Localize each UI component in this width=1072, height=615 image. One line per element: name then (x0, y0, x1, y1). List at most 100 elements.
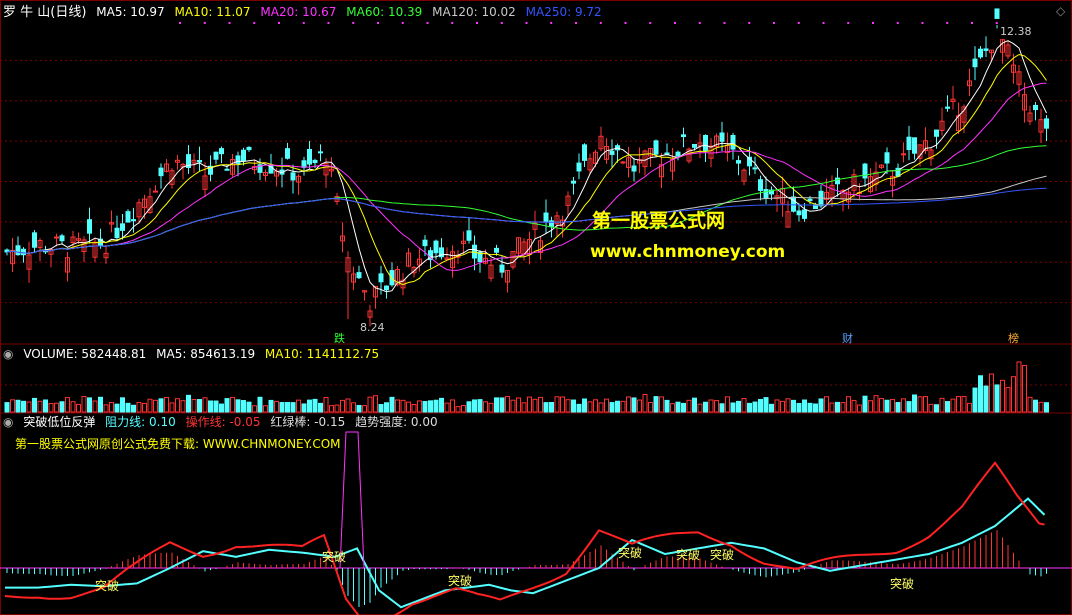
volume-bar (356, 404, 362, 413)
volume-bar (32, 397, 37, 413)
volume-bar (37, 400, 43, 413)
breakout-signal: 突破 (676, 547, 700, 562)
candle-body (87, 219, 92, 234)
volume-bar (961, 395, 967, 413)
signal-dot (624, 22, 627, 24)
candle-body (15, 245, 21, 256)
signal-dot (228, 22, 231, 24)
volume-bar (505, 395, 510, 413)
collapse-icon[interactable]: ◉ (3, 347, 13, 361)
volume-bar (147, 398, 153, 413)
candle-body (197, 160, 202, 163)
volume-bar (736, 400, 741, 413)
volume-bar (862, 395, 868, 413)
ma120-line (6, 175, 1047, 254)
volume-bar (10, 399, 15, 413)
volume-bar (268, 399, 274, 413)
volume-bar (659, 396, 664, 413)
collapse-icon[interactable]: ◉ (3, 415, 13, 429)
volume-bar (868, 400, 873, 413)
volume-bar (131, 404, 136, 413)
volume-bar (153, 399, 158, 413)
volume-bar (813, 403, 818, 413)
candle-body (235, 155, 241, 164)
volume-bar (785, 398, 791, 413)
indicator-name[interactable]: 突破低位反弹 (23, 415, 95, 429)
volume-bar (818, 398, 824, 413)
low-price-label: 8.24 (360, 321, 385, 334)
candle-body (219, 148, 224, 155)
candle-body (978, 48, 983, 58)
volume-bar (670, 403, 675, 413)
high-price-label: 12.38 (1000, 25, 1032, 38)
candle-body (609, 150, 615, 155)
candle-body (1044, 118, 1049, 129)
volume-bar (87, 397, 92, 413)
pane-toggle-icon[interactable]: ◇ (1056, 4, 1066, 18)
candle-body (901, 153, 906, 156)
volume-bar (912, 394, 917, 413)
volume-bar (609, 402, 615, 413)
volume-bar (571, 399, 576, 413)
candle-body (384, 285, 389, 291)
signal-dot (822, 22, 825, 24)
volume-bar (81, 396, 87, 413)
volume-bar (384, 402, 389, 413)
signal-dot (550, 22, 553, 24)
ma120-value: MA120: 10.02 (432, 5, 516, 19)
volume-bar (664, 399, 670, 413)
ma5-value: MA5: 10.97 (96, 5, 165, 19)
volume-bar (989, 373, 994, 413)
candle-body (378, 273, 384, 283)
volume-bar (274, 400, 279, 413)
candle-body (763, 189, 769, 199)
candle-body (246, 146, 252, 151)
volume-bar (180, 400, 186, 413)
volume-bar (92, 400, 98, 413)
volume-bar (450, 399, 455, 413)
stock-title[interactable]: 罗 牛 山(日线) (3, 5, 86, 20)
signal-dot (797, 22, 800, 24)
volume-bar (928, 403, 934, 413)
volume-bar (136, 401, 142, 413)
volume-bar (807, 402, 813, 413)
volume-ma5: MA5: 854613.19 (156, 347, 256, 361)
volume-bar (576, 403, 582, 413)
volume-bar (549, 401, 554, 413)
candle-body (125, 211, 131, 223)
signal-dot (179, 22, 181, 24)
volume-bar (879, 398, 884, 413)
candle-body (466, 230, 472, 241)
volume-bar (98, 396, 103, 413)
candle-body (21, 248, 26, 256)
volume-bar (560, 396, 565, 413)
volume-bar (1033, 399, 1038, 413)
volume-header: ◉ VOLUME: 582448.81 MA5: 854613.19 MA10:… (3, 346, 385, 362)
resist-line-value: 阻力线: 0.10 (105, 415, 176, 429)
event-marker: 财 (842, 331, 853, 345)
volume-bar (428, 400, 433, 413)
candle-body (543, 212, 549, 223)
volume-bar (433, 399, 439, 413)
volume-bar (565, 399, 571, 413)
volume-bar (527, 396, 532, 413)
volume-bar (945, 401, 950, 413)
candle-body (494, 247, 499, 253)
volume-bar (241, 400, 246, 413)
volume-bar (494, 397, 499, 413)
signal-dot (896, 22, 899, 24)
volume-bar (719, 403, 725, 413)
volume-bar (642, 394, 648, 413)
volume-bar (510, 399, 516, 413)
volume-bar (466, 401, 472, 413)
volume-bar (125, 402, 131, 413)
volume-bar (708, 399, 714, 413)
volume-bar (43, 399, 48, 413)
volume-bar (637, 399, 642, 413)
candle-body (653, 140, 659, 155)
volume-bar (747, 402, 752, 413)
candle-body (906, 136, 912, 150)
volume-bar (521, 402, 527, 413)
volume-bar (373, 395, 378, 413)
volume-bar (615, 400, 620, 413)
